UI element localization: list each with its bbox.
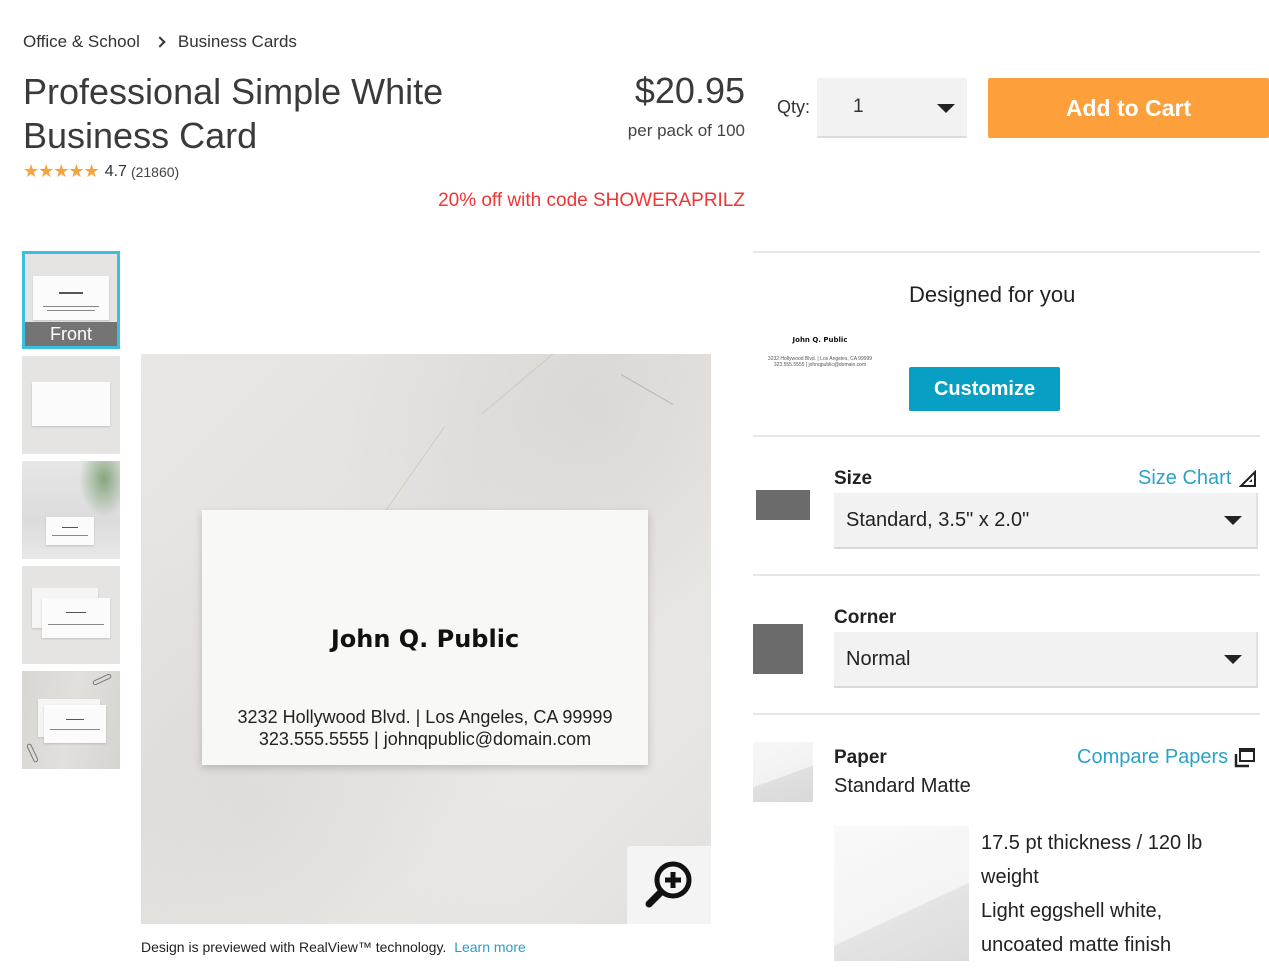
designed-for-you-heading: Designed for you (909, 282, 1076, 307)
product-rating[interactable]: ★★★★★ 4.7 (21860) (23, 161, 179, 182)
caret-down-icon (1224, 516, 1242, 525)
thumbnail-stacked[interactable] (22, 566, 120, 664)
size-chart-text: Size Chart (1138, 467, 1232, 489)
product-price: $20.95 (634, 70, 745, 111)
size-swatch-icon (756, 490, 810, 520)
marble-vein (480, 354, 581, 415)
paper-detail-image (834, 826, 969, 961)
product-title: Professional Simple White Business Card (23, 71, 444, 156)
card-contact: 323.555.5555 | johnqpublic@domain.com (258, 729, 592, 749)
thumbnail-paperclips[interactable] (22, 671, 120, 769)
paper-label: Paper (834, 747, 887, 768)
zoom-in-icon (645, 861, 692, 908)
caret-down-icon (937, 104, 955, 113)
customize-button[interactable]: Customize (909, 367, 1060, 411)
qty-label: Qty: (777, 97, 811, 117)
add-to-cart-button[interactable]: Add to Cart (988, 78, 1269, 138)
thumbnail-card-image (44, 705, 106, 743)
paper-swatch-image (753, 742, 813, 802)
paper-thickness: 17.5 pt thickness / 120 lb weight (981, 832, 1203, 888)
paperclip-icon (26, 742, 39, 764)
open-window-icon (1234, 747, 1256, 767)
star-rating-icon: ★★★★★ (23, 161, 100, 181)
corner-label: Corner (834, 607, 897, 628)
thumbnail-card-image (46, 517, 94, 545)
ruler-triangle-icon (1239, 469, 1257, 487)
corner-value: Normal (846, 647, 911, 670)
thumbnail-plant-scene[interactable] (22, 461, 120, 559)
paper-description: 17.5 pt thickness / 120 lb weight Light … (981, 826, 1241, 962)
learn-more-link[interactable]: Learn more (454, 939, 526, 955)
card-name: John Q. Public (330, 625, 520, 653)
thumbnail-card-image (42, 598, 110, 638)
realview-text: Design is previewed with RealView™ techn… (141, 939, 447, 955)
caret-down-icon (1224, 655, 1242, 664)
size-chart-link[interactable]: Size Chart (1138, 467, 1257, 490)
qty-select[interactable]: 1 (817, 78, 967, 138)
paperclip-icon (91, 673, 113, 686)
thumbnail-card-image (33, 276, 109, 320)
corner-select[interactable]: Normal (834, 632, 1258, 688)
breadcrumb-business-cards[interactable]: Business Cards (178, 32, 297, 52)
breadcrumb: Office & School Business Cards (23, 32, 297, 52)
business-card-front: John Q. Public 3232 Hollywood Blvd. | Lo… (202, 510, 648, 765)
size-select[interactable]: Standard, 3.5" x 2.0" (834, 493, 1258, 549)
product-preview-image[interactable]: John Q. Public 3232 Hollywood Blvd. | Lo… (141, 354, 711, 924)
realview-note: Design is previewed with RealView™ techn… (141, 939, 526, 955)
divider (753, 435, 1260, 437)
size-label: Size (834, 468, 873, 489)
card-address: 3232 Hollywood Blvd. | Los Angeles, CA 9… (237, 707, 613, 727)
paper-finish: Light eggshell white, uncoated matte fin… (981, 900, 1172, 956)
paper-value: Standard Matte (834, 775, 971, 797)
card-address-block: 3232 Hollywood Blvd. | Los Angeles, CA 9… (202, 706, 648, 750)
size-value: Standard, 3.5" x 2.0" (846, 508, 1030, 531)
review-count[interactable]: (21860) (131, 164, 179, 180)
plant-image (77, 461, 120, 521)
qty-value: 1 (853, 96, 864, 117)
compare-papers-link[interactable]: Compare Papers (1077, 746, 1256, 769)
designed-card-thumbnail: John Q. Public 3232 Hollywood Blvd. | Lo… (760, 336, 880, 368)
marble-vein (620, 374, 674, 405)
price-unit: per pack of 100 (627, 121, 745, 140)
thumbnail-front[interactable]: Front (22, 251, 120, 349)
divider (753, 713, 1260, 715)
divider (753, 574, 1260, 576)
breadcrumb-office-school[interactable]: Office & School (23, 32, 140, 52)
compare-papers-text: Compare Papers (1077, 746, 1229, 768)
thumbnail-card-image (32, 382, 110, 426)
thumbnail-back[interactable] (22, 356, 120, 454)
zoom-button[interactable] (627, 846, 711, 924)
corner-swatch-icon (753, 624, 803, 674)
divider (753, 251, 1260, 253)
designed-card-name: John Q. Public (792, 336, 848, 344)
designed-card-contact: 323.555.5555 | johnqpublic@domain.com (773, 362, 867, 368)
rating-value: 4.7 (104, 162, 127, 180)
promo-code-text: 20% off with code SHOWERAPRILZ (438, 190, 745, 211)
chevron-right-icon (154, 36, 166, 48)
thumbnail-front-label: Front (25, 322, 117, 346)
